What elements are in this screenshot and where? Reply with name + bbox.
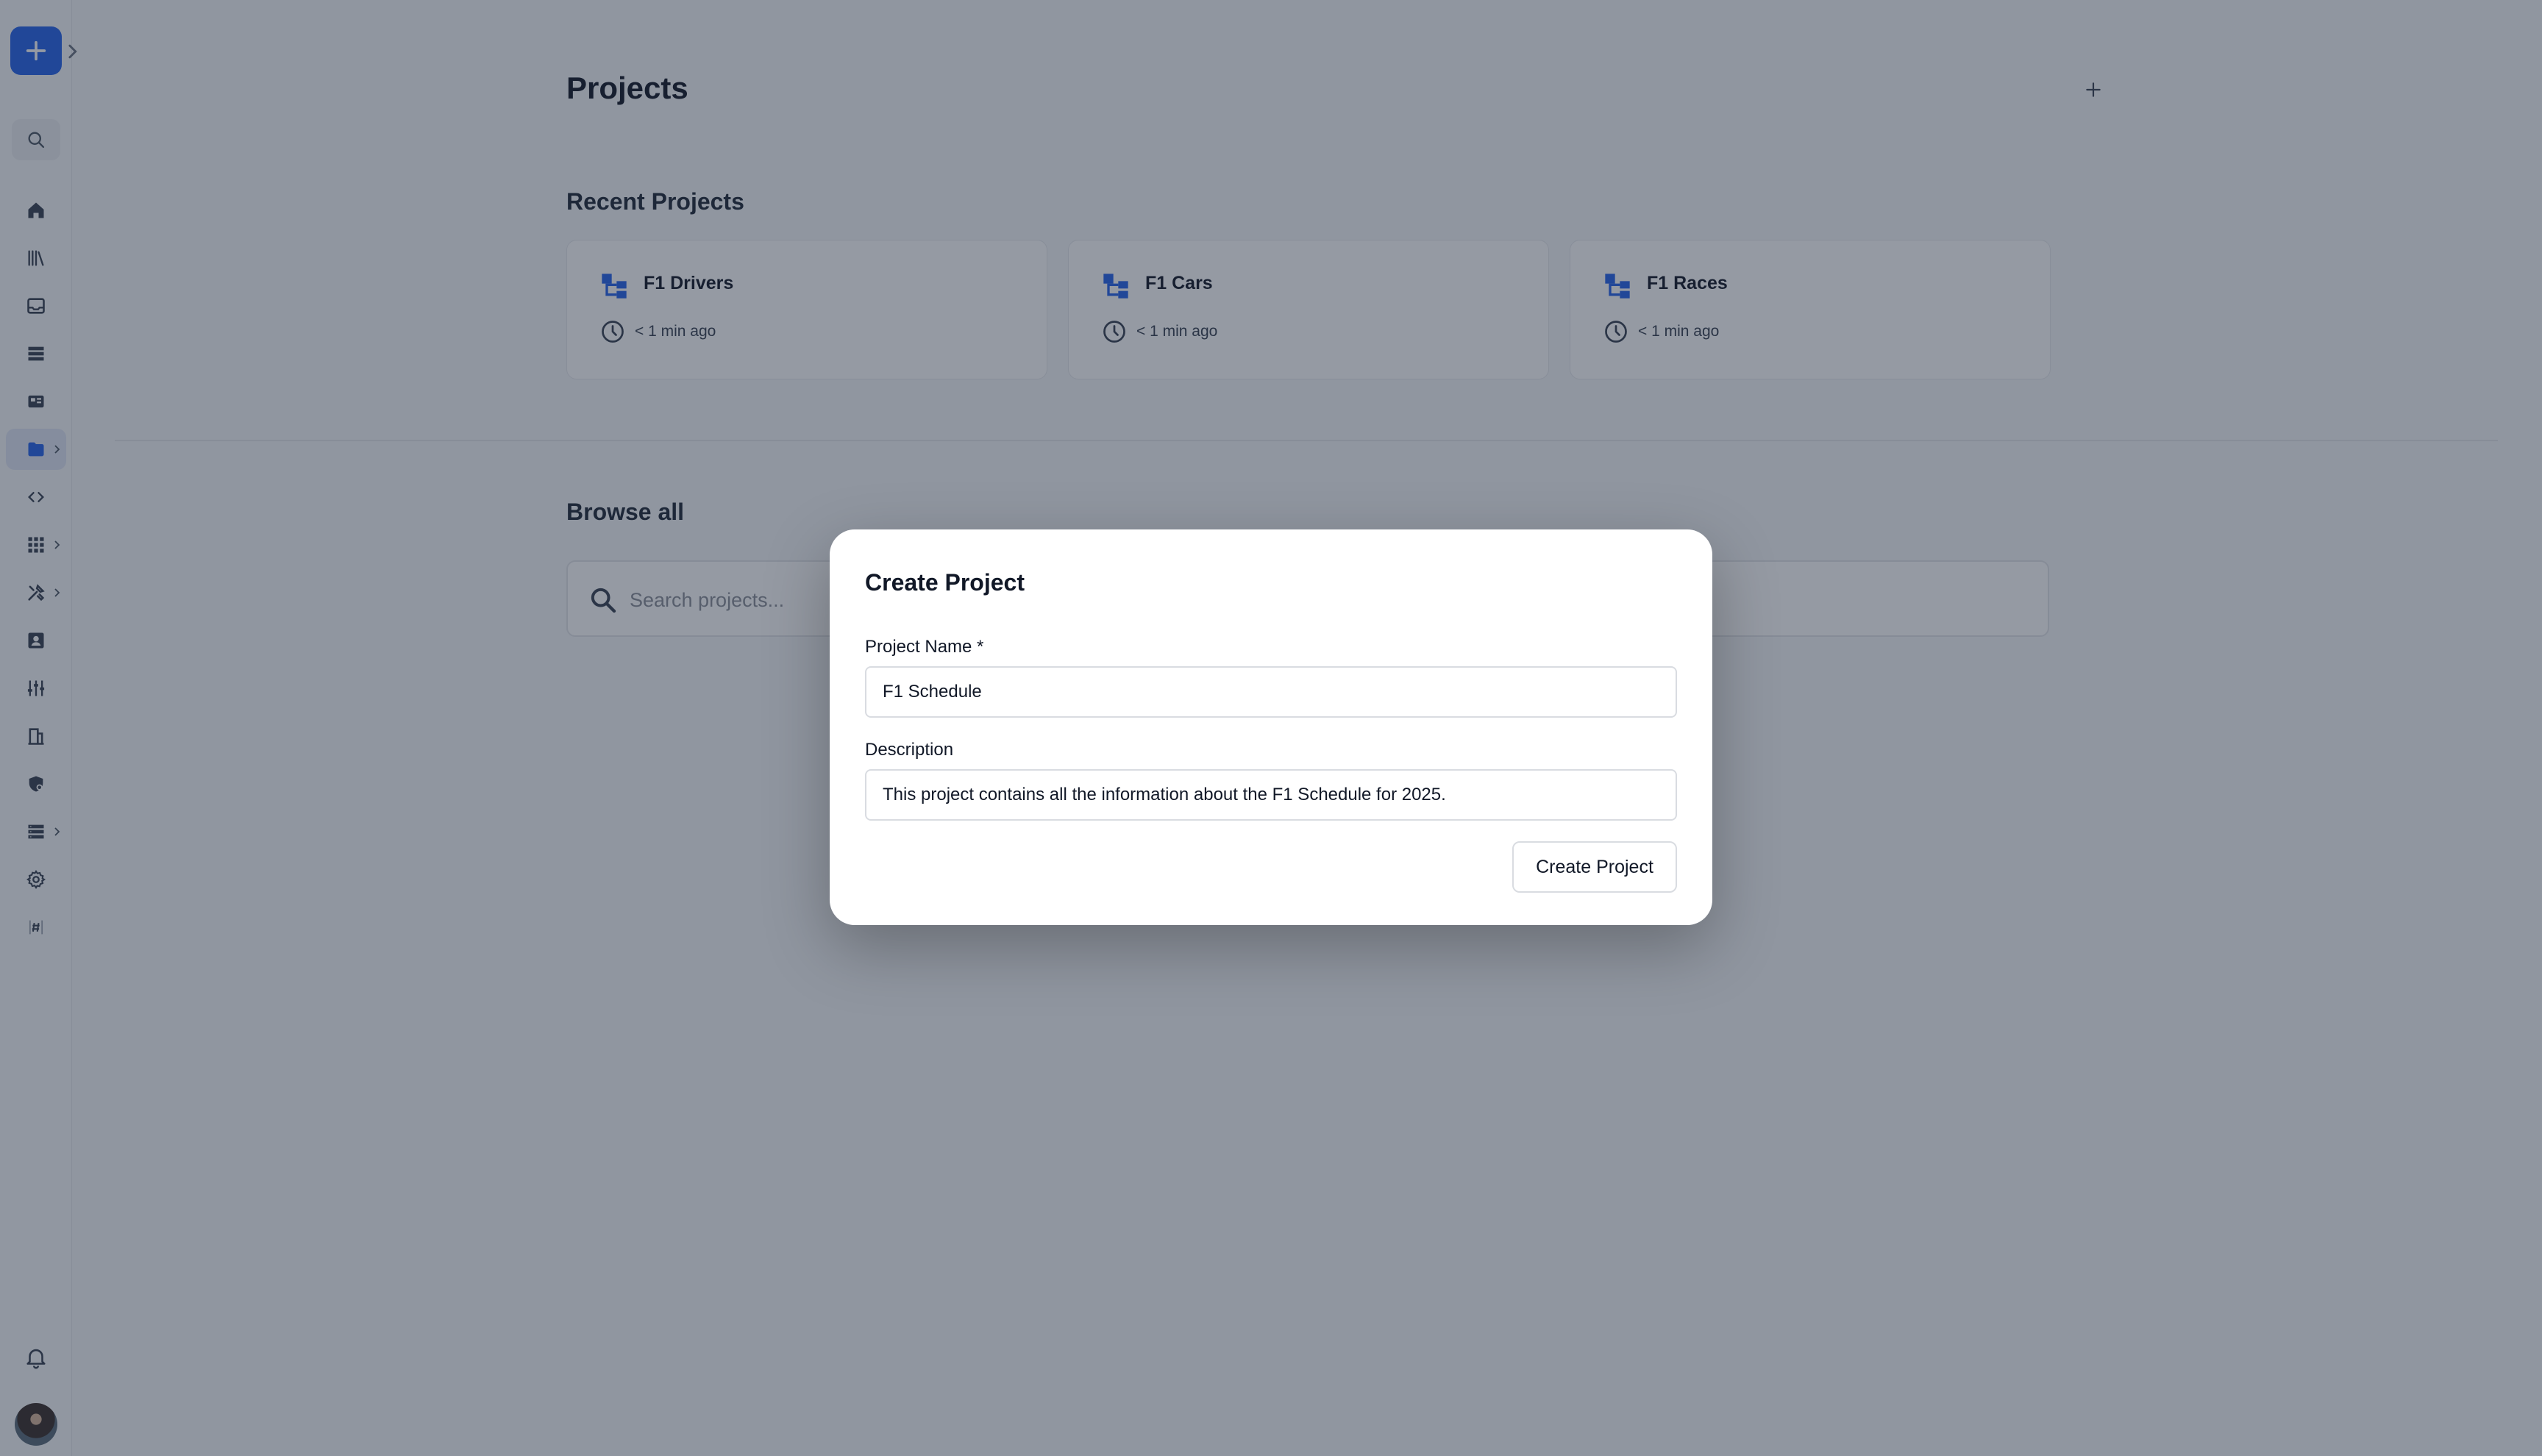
project-name-field[interactable] <box>865 666 1677 718</box>
description-label: Description <box>865 740 954 760</box>
description-field[interactable] <box>865 769 1677 821</box>
create-project-dialog: Create Project Project Name * Descriptio… <box>830 529 1712 925</box>
project-name-label: Project Name * <box>865 637 984 657</box>
create-project-button[interactable]: Create Project <box>1512 841 1677 893</box>
dialog-title: Create Project <box>865 569 1025 596</box>
